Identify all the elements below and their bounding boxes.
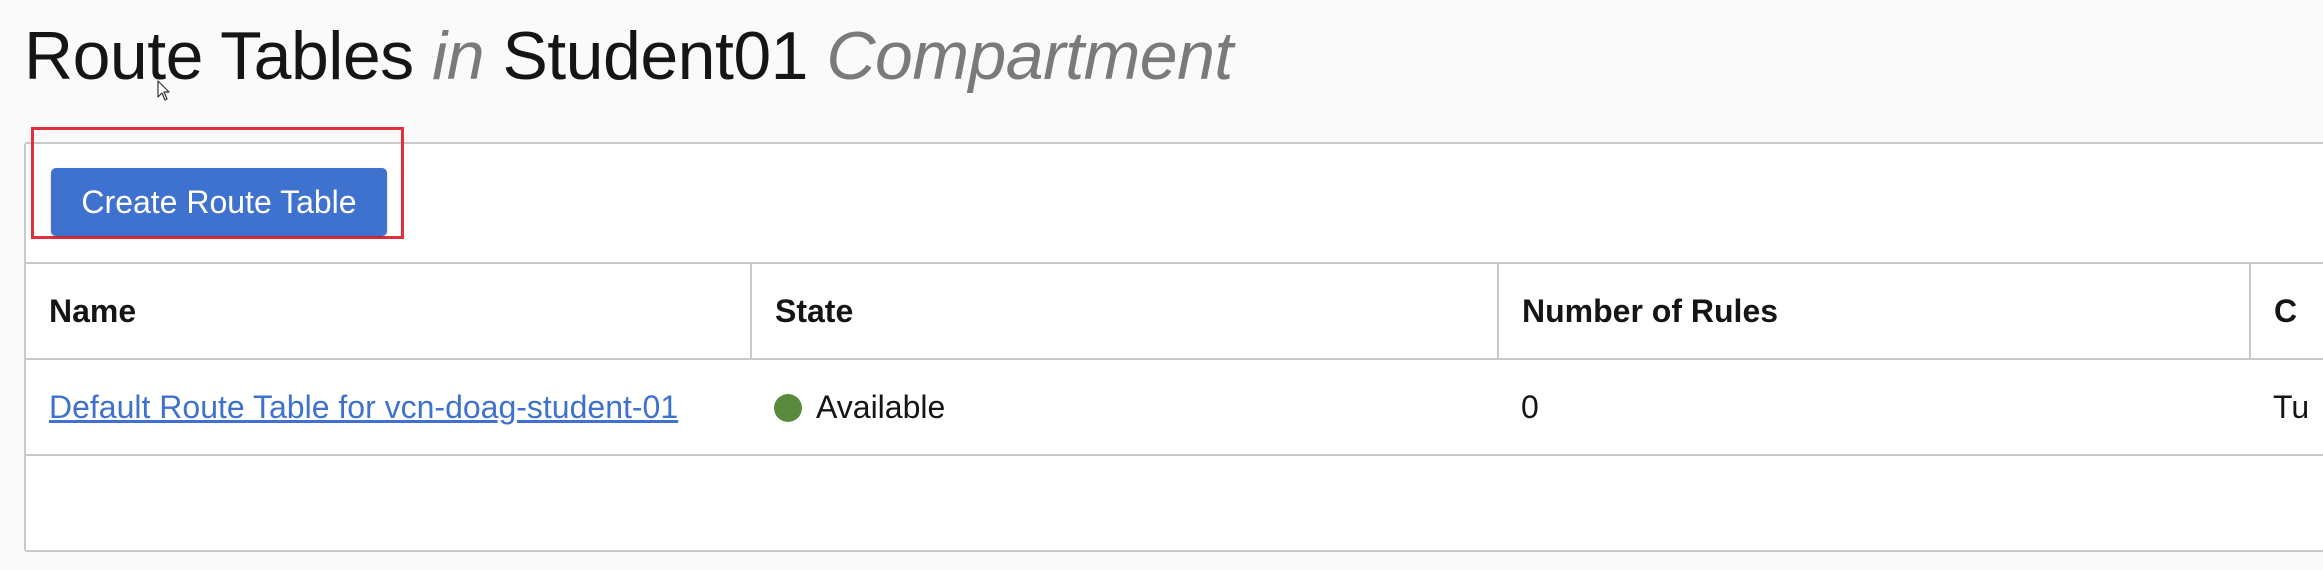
page-title: Route Tables in Student01 Compartment [24,14,1233,98]
page-title-resource: Route Tables [24,18,414,94]
status-dot-icon [774,393,802,422]
table-row: Default Route Table for vcn-doag-student… [26,359,2323,455]
status-label: Available [816,388,946,425]
cell-number-of-rules: 0 [1521,388,1539,425]
cell-name: Default Route Table for vcn-doag-student… [26,359,751,455]
mouse-pointer-icon [157,80,170,101]
column-header-created[interactable]: C [2249,263,2323,359]
table-header-row: Name State Number of Rules C [26,263,2323,359]
page-title-compartment-word: Compartment [826,18,1233,94]
cell-state: Available [751,359,1498,455]
column-header-name[interactable]: Name [26,263,751,359]
route-tables-panel: Create Route Table Name State Number of … [24,127,2323,552]
page-title-in: in [432,18,485,94]
cell-created: Tu [2273,388,2310,425]
column-header-state[interactable]: State [750,263,1498,359]
route-table-name-link[interactable]: Default Route Table for vcn-doag-student… [49,389,678,425]
column-header-number-of-rules[interactable]: Number of Rules [1497,263,2250,359]
page-title-compartment-name: Student01 [502,18,808,94]
create-route-table-button[interactable]: Create Route Table [51,168,387,236]
route-tables-table: Name State Number of Rules C Default Rou… [26,262,2323,456]
